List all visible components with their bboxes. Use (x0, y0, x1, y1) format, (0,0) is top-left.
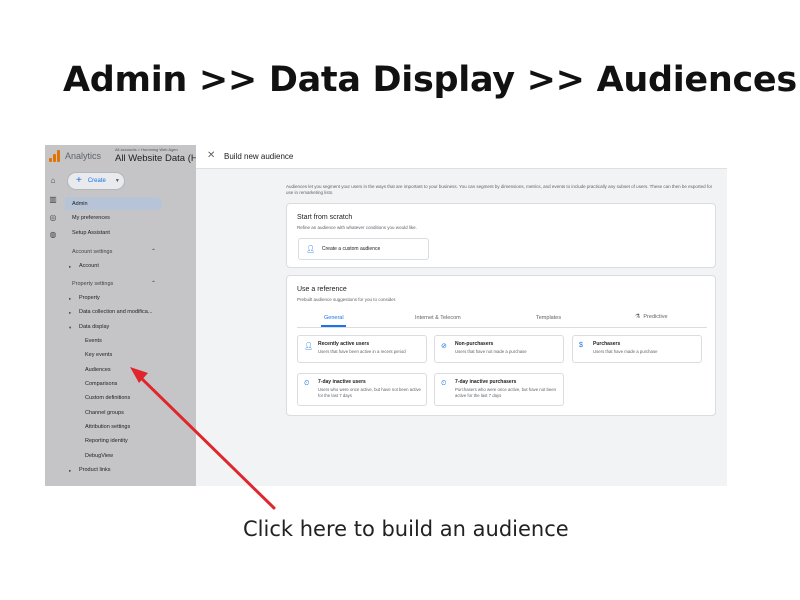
chevron-up-icon[interactable]: ⌃ (151, 280, 156, 287)
create-custom-audience-button[interactable]: 👤︎ Create a custom audience (298, 238, 429, 260)
sidebar-item-account[interactable]: Account (79, 263, 99, 269)
inactive-clock-icon: ⏲ (441, 380, 447, 387)
build-audience-panel: ✕ Build new audience Audiences let you s… (196, 145, 727, 486)
sidebar-item-channel-groups[interactable]: Channel groups (85, 410, 124, 416)
card-subtitle: Refine an audience with whatever conditi… (297, 225, 417, 230)
section-property-settings[interactable]: Property settings (72, 281, 113, 287)
sparkle-icon: ⚗ (635, 314, 641, 320)
tile-title: Non-purchasers (455, 341, 494, 347)
active-tab-indicator (321, 325, 346, 327)
tile-title: 7-day inactive purchasers (455, 379, 517, 385)
sidebar-item-data-display[interactable]: Data display (79, 324, 109, 330)
sidebar-item-reporting-identity[interactable]: Reporting identity (85, 438, 128, 444)
tile-title: Recently active users (318, 341, 370, 347)
reference-tabs: General Internet & Telecom Templates ⚗ Pr… (297, 310, 707, 328)
tile-description: Users that have made a purchase (593, 349, 658, 354)
sidebar-item-data-collection[interactable]: Data collection and modifica... (79, 309, 152, 315)
collapse-arrow-icon[interactable]: ▾ (69, 325, 71, 331)
tile-description: Users that have been active in a recent … (318, 349, 406, 354)
expand-arrow-icon[interactable]: ▸ (69, 264, 71, 270)
sidebar-item-product-links[interactable]: Product links (79, 467, 111, 473)
sidebar-item-admin[interactable]: Admin (72, 201, 88, 207)
sidebar-item-debugview[interactable]: DebugView (85, 453, 113, 459)
button-label: Create a custom audience (321, 246, 381, 252)
annotation-caption: Click here to build an audience (243, 517, 569, 541)
card-title: Start from scratch (297, 214, 353, 221)
card-title: Use a reference (297, 286, 347, 293)
slide-headline: Admin >> Data Display >> Audiences (63, 60, 797, 100)
panel-title: Build new audience (224, 152, 294, 161)
sidebar-item-comparisons[interactable]: Comparisons (85, 381, 117, 387)
inactive-clock-icon: ⏲ (304, 380, 310, 387)
tile-description: Users who were once active, but have not… (318, 387, 421, 398)
sidebar-item-key-events[interactable]: Key events (85, 352, 112, 358)
tab-predictive[interactable]: ⚗ Predictive (635, 313, 668, 320)
suggestion-recently-active-users[interactable]: 👤︎ Recently active users Users that have… (297, 335, 427, 363)
intro-text: Audiences let you segment your users in … (286, 184, 713, 195)
slide: Admin >> Data Display >> Audiences Analy… (0, 0, 800, 600)
expand-arrow-icon[interactable]: ▸ (69, 468, 71, 474)
sidebar-item-setup-assistant[interactable]: Setup Assistant (72, 230, 110, 236)
card-subtitle: Prebuilt audience suggestions for you to… (297, 297, 397, 302)
person-icon: 👤︎ (304, 343, 313, 350)
tile-description: Users that have not made a purchase (455, 349, 527, 354)
sidebar: Analytics All accounts > Humming Web Age… (45, 145, 203, 486)
tab-templates[interactable]: Templates (536, 315, 561, 321)
tab-label: Predictive (643, 314, 668, 320)
sidebar-item-attribution-settings[interactable]: Attribution settings (85, 424, 130, 430)
tile-title: 7-day inactive users (318, 379, 366, 385)
sidebar-item-audiences[interactable]: Audiences (85, 367, 111, 373)
expand-arrow-icon[interactable]: ▸ (69, 310, 71, 316)
close-icon[interactable]: ✕ (207, 150, 215, 161)
sidebar-item-property[interactable]: Property (79, 295, 100, 301)
tab-internet-telecom[interactable]: Internet & Telecom (415, 315, 461, 321)
chevron-up-icon[interactable]: ⌃ (151, 248, 156, 255)
suggestion-7-day-inactive-users[interactable]: ⏲ 7-day inactive users Users who were on… (297, 373, 427, 406)
use-a-reference-card: Use a reference Prebuilt audience sugges… (286, 275, 716, 416)
sidebar-item-events[interactable]: Events (85, 338, 102, 344)
start-from-scratch-card: Start from scratch Refine an audience wi… (286, 203, 716, 268)
tile-title: Purchasers (593, 341, 621, 347)
sidebar-item-custom-definitions[interactable]: Custom definitions (85, 395, 130, 401)
suggestion-purchasers[interactable]: $ Purchasers Users that have made a purc… (572, 335, 702, 363)
panel-header: ✕ Build new audience (196, 145, 727, 169)
admin-nav: Admin My preferences Setup Assistant Acc… (45, 145, 196, 486)
person-icon: 👤︎ (306, 246, 315, 253)
no-purchase-icon: ⊘ (441, 343, 447, 350)
section-account-settings[interactable]: Account settings (72, 249, 112, 255)
analytics-screenshot: Analytics All accounts > Humming Web Age… (45, 145, 727, 486)
tile-description: Purchasers who were once active, but hav… (455, 387, 557, 398)
tab-general[interactable]: General (324, 315, 344, 321)
sidebar-item-my-preferences[interactable]: My preferences (72, 215, 110, 221)
expand-arrow-icon[interactable]: ▸ (69, 296, 71, 302)
suggestion-7-day-inactive-purchasers[interactable]: ⏲ 7-day inactive purchasers Purchasers w… (434, 373, 564, 406)
dollar-icon: $ (579, 342, 583, 349)
suggestion-non-purchasers[interactable]: ⊘ Non-purchasers Users that have not mad… (434, 335, 564, 363)
